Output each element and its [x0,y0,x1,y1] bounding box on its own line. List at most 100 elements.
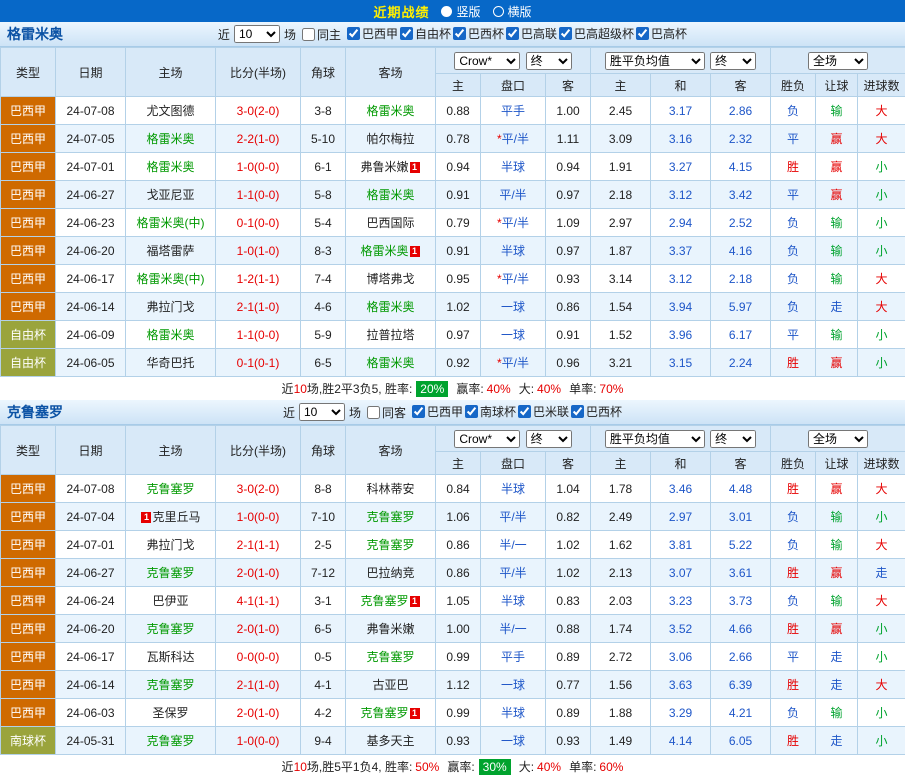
team-link[interactable]: 帕尔梅拉 [366,132,414,146]
odds-final-select[interactable]: 终 [526,52,572,70]
team-link[interactable]: 克鲁塞罗 [146,622,194,636]
avg-final-select[interactable]: 终 [710,430,756,448]
recent-count-select[interactable]: 10 [299,403,345,421]
team-link[interactable]: 克里丘马 [152,510,200,524]
team-link[interactable]: 华奇巴托 [146,356,194,370]
col-corner: 角球 [301,48,346,97]
league-checkbox[interactable] [453,27,466,40]
league-checkbox[interactable] [506,27,519,40]
avg-final-select[interactable]: 终 [710,52,756,70]
table-row: 巴西甲24-06-24巴伊亚4-1(1-1)3-1克鲁塞罗11.05半球0.83… [1,587,905,615]
scope-select[interactable]: 全场 [808,430,868,448]
league-filter[interactable]: 巴高联 [506,25,557,42]
league-filter[interactable]: 巴西杯 [453,25,504,42]
team-link[interactable]: 克鲁塞罗 [366,538,414,552]
league-checkbox[interactable] [347,27,360,40]
goals-result-cell: 大 [858,293,905,321]
wdl-cell: 胜 [771,475,816,503]
league-filter[interactable]: 南球杯 [465,403,516,420]
team-link[interactable]: 圣保罗 [152,706,188,720]
home-team-cell: 弗拉门戈 [126,293,216,321]
league-filter[interactable]: 自由杯 [400,25,451,42]
same-venue-filter[interactable]: 同客 [367,404,406,421]
team-link[interactable]: 弗拉门戈 [146,538,194,552]
team-link[interactable]: 弗拉门戈 [146,300,194,314]
wdl-cell: 负 [771,265,816,293]
team-link[interactable]: 戈亚尼亚 [146,188,194,202]
team-link[interactable]: 克鲁塞罗 [146,734,194,748]
odds-provider-select[interactable]: Crow* [454,52,520,70]
team-link[interactable]: 福塔雷萨 [146,244,194,258]
avg-type-select[interactable]: 胜平负均值 [605,52,705,70]
team-link[interactable]: 格雷米奥(中) [137,272,205,286]
handicap-result-cell: 赢 [816,153,858,181]
scope-select[interactable]: 全场 [808,52,868,70]
team-link[interactable]: 格雷米奥 [146,328,194,342]
team-link[interactable]: 基多天主 [366,734,414,748]
league-checkbox[interactable] [465,405,478,418]
team-link[interactable]: 克鲁塞罗 [360,706,408,720]
league-filter[interactable]: 巴西杯 [571,403,622,420]
team-link[interactable]: 弗鲁米嫩 [366,622,414,636]
league-filter[interactable]: 巴米联 [518,403,569,420]
col-odds-away: 客 [546,74,591,97]
avg-away-cell: 4.16 [711,237,771,265]
avg-type-select[interactable]: 胜平负均值 [605,430,705,448]
team-link[interactable]: 格雷米奥 [146,132,194,146]
team-link[interactable]: 瓦斯科达 [146,650,194,664]
table-row: 巴西甲24-06-20克鲁塞罗2-0(1-0)6-5弗鲁米嫩1.00半/一0.8… [1,615,905,643]
team-link[interactable]: 克鲁塞罗 [360,594,408,608]
team-link[interactable]: 弗鲁米嫩 [360,160,408,174]
team-link[interactable]: 格雷米奥 [366,188,414,202]
team-link[interactable]: 尤文图德 [146,104,194,118]
league-checkbox[interactable] [559,27,572,40]
team-link[interactable]: 科林蒂安 [366,482,414,496]
team-link[interactable]: 克鲁塞罗 [366,510,414,524]
same-venue-filter[interactable]: 同主 [302,26,341,43]
team-link[interactable]: 巴拉纳竞 [366,566,414,580]
league-filter[interactable]: 巴高杯 [636,25,687,42]
team-link[interactable]: 克鲁塞罗 [146,566,194,580]
away-team-cell: 格雷米奥 [346,293,436,321]
odds-final-select[interactable]: 终 [526,430,572,448]
same-venue-checkbox[interactable] [367,406,380,419]
wdl-cell: 负 [771,237,816,265]
league-checkbox[interactable] [636,27,649,40]
odds-provider-select[interactable]: Crow* [454,430,520,448]
star-mark: * [497,272,502,286]
league-filter[interactable]: 巴高超级杯 [559,25,634,42]
layout-option-vertical[interactable]: 竖版 [441,3,480,20]
team-link[interactable]: 古亚巴 [372,678,408,692]
home-team-cell: 格雷米奥 [126,153,216,181]
footer-summary-text: 场,胜2平3负5, 胜率: [307,380,412,397]
radio-selected-icon[interactable] [441,6,452,17]
col-avg-away: 客 [711,452,771,475]
team-link[interactable]: 格雷米奥 [360,244,408,258]
red-card-icon: 1 [410,596,420,607]
corner-cell: 8-3 [301,237,346,265]
col-type: 类型 [1,48,56,97]
radio-unselected-icon[interactable] [493,6,504,17]
team-link[interactable]: 巴西国际 [366,216,414,230]
league-checkbox[interactable] [571,405,584,418]
team-link[interactable]: 巴伊亚 [152,594,188,608]
score-cell: 0-0(0-0) [216,643,301,671]
same-venue-checkbox[interactable] [302,28,315,41]
team-link[interactable]: 克鲁塞罗 [366,650,414,664]
team-link[interactable]: 格雷米奥 [366,356,414,370]
league-checkbox[interactable] [400,27,413,40]
league-filter[interactable]: 巴西甲 [347,25,398,42]
layout-option-horizontal[interactable]: 横版 [493,3,532,20]
team-link[interactable]: 格雷米奥 [366,104,414,118]
team-link[interactable]: 拉普拉塔 [366,328,414,342]
team-link[interactable]: 克鲁塞罗 [146,482,194,496]
team-link[interactable]: 格雷米奥 [146,160,194,174]
team-link[interactable]: 克鲁塞罗 [146,678,194,692]
team-link[interactable]: 格雷米奥 [366,300,414,314]
league-checkbox[interactable] [518,405,531,418]
team-link[interactable]: 博塔弗戈 [366,272,414,286]
league-filter[interactable]: 巴西甲 [412,403,463,420]
league-checkbox[interactable] [412,405,425,418]
recent-count-select[interactable]: 10 [234,25,280,43]
team-link[interactable]: 格雷米奥(中) [137,216,205,230]
